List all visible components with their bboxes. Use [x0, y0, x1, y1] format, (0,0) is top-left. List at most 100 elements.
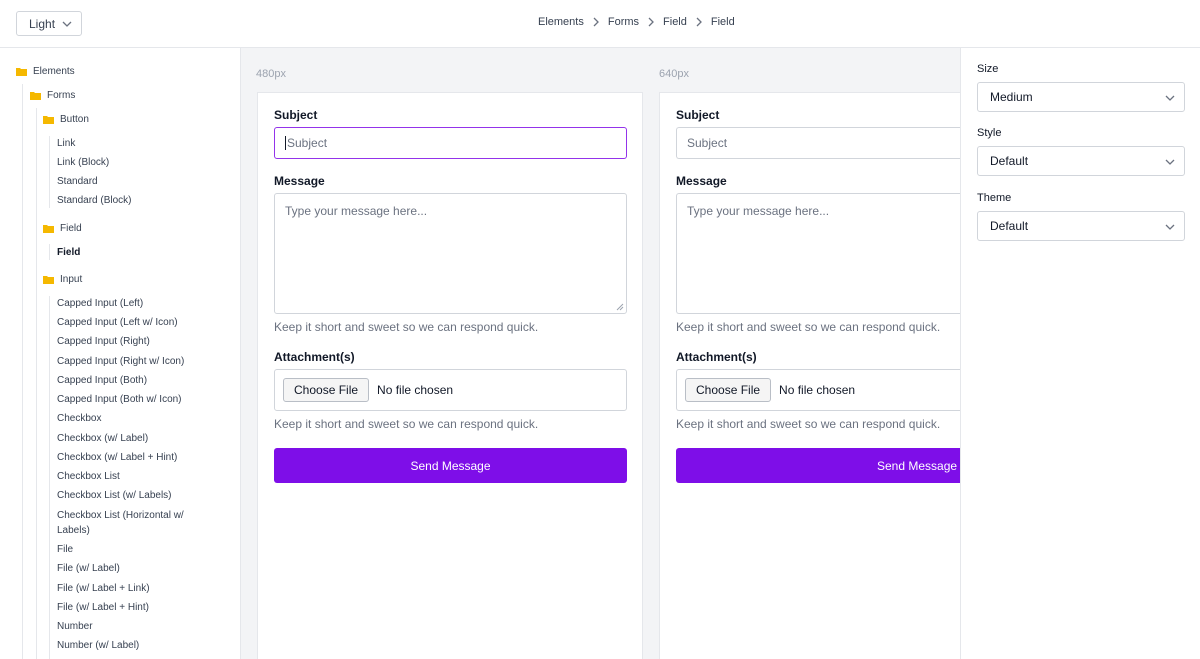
preview-canvas: 480px Subject Subject Message Type your …	[241, 48, 960, 659]
sidebar-tree: Elements Forms Button Link Link (Block) …	[0, 48, 241, 659]
tree-item[interactable]: Standard	[57, 176, 98, 187]
tree-item[interactable]: Number (w/ Label)	[57, 640, 139, 651]
breadcrumb-item-field[interactable]: Field	[663, 16, 687, 28]
top-bar: Light Elements Forms Field Field	[0, 0, 1200, 48]
tree-item[interactable]: File	[57, 544, 73, 555]
subject-placeholder: Subject	[287, 136, 328, 150]
tree-guide-line	[49, 136, 50, 208]
subject-label: Subject	[274, 108, 318, 122]
breadcrumb-item-field-current[interactable]: Field	[711, 16, 735, 28]
tree-folder-label: Field	[60, 223, 82, 234]
preview-size-label: 480px	[256, 68, 286, 80]
subject-input[interactable]: Subject	[274, 127, 627, 159]
tree-item[interactable]: Capped Input (Right)	[57, 336, 150, 347]
message-textarea[interactable]: Type your message here...	[676, 193, 960, 314]
tree-item[interactable]: Capped Input (Right w/ Icon)	[57, 356, 184, 367]
attachment-hint: Keep it short and sweet so we can respon…	[676, 417, 941, 431]
tree-item[interactable]: Checkbox List (w/ Labels)	[57, 490, 172, 501]
tree-item[interactable]: Link (Block)	[57, 157, 109, 168]
message-placeholder: Type your message here...	[285, 204, 428, 218]
style-select-value: Default	[990, 154, 1029, 168]
breadcrumb: Elements Forms Field Field	[538, 16, 735, 28]
tree-guide-line	[49, 296, 50, 659]
tree-item[interactable]: Capped Input (Both w/ Icon)	[57, 394, 182, 405]
chevron-right-icon	[642, 16, 660, 28]
folder-icon	[43, 276, 54, 284]
tree-folder-label: Elements	[33, 66, 75, 77]
folder-icon	[30, 92, 41, 100]
tree-item[interactable]: File (w/ Label)	[57, 563, 120, 574]
tree-guide-line	[49, 244, 50, 260]
file-input: Choose File No file chosen	[676, 369, 960, 411]
tree-folder-forms[interactable]: Forms	[30, 90, 75, 101]
send-message-button[interactable]: Send Message	[274, 448, 627, 483]
preview-panel-480: Subject Subject Message Type your messag…	[257, 92, 643, 659]
attachment-label: Attachment(s)	[274, 350, 355, 364]
tree-folder-field[interactable]: Field	[43, 223, 82, 234]
chevron-right-icon	[690, 16, 708, 28]
chevron-down-icon	[1165, 159, 1175, 165]
tree-item[interactable]: File (w/ Label + Hint)	[57, 602, 149, 613]
preview-panel-640: Subject Subject Message Type your messag…	[659, 92, 960, 659]
message-label: Message	[676, 174, 727, 188]
breadcrumb-item-elements[interactable]: Elements	[538, 16, 584, 28]
message-placeholder: Type your message here...	[687, 204, 830, 218]
tree-folder-input[interactable]: Input	[43, 274, 82, 285]
resize-grip-icon[interactable]	[616, 303, 624, 311]
preview-size-label: 640px	[659, 68, 689, 80]
folder-icon	[16, 68, 27, 76]
theme-select[interactable]: Light	[16, 11, 82, 36]
attachment-hint: Keep it short and sweet so we can respon…	[274, 417, 539, 431]
tree-item[interactable]: Capped Input (Left w/ Icon)	[57, 317, 178, 328]
send-message-button[interactable]: Send Message	[676, 448, 960, 483]
folder-icon	[43, 225, 54, 233]
text-caret	[285, 136, 286, 150]
tree-folder-label: Button	[60, 114, 89, 125]
tree-item-active[interactable]: Field	[57, 247, 80, 258]
size-select[interactable]: Medium	[977, 82, 1185, 112]
tree-item[interactable]: Link	[57, 138, 75, 149]
tree-folder-elements[interactable]: Elements	[16, 66, 75, 77]
tree-item[interactable]: Checkbox (w/ Label)	[57, 433, 148, 444]
tree-item[interactable]: Checkbox (w/ Label + Hint)	[57, 452, 177, 463]
subject-input[interactable]: Subject	[676, 127, 960, 159]
theme-select-value: Light	[29, 16, 56, 31]
chevron-down-icon	[1165, 224, 1175, 230]
tree-item-continued[interactable]: Labels)	[57, 525, 90, 536]
style-select[interactable]: Default	[977, 146, 1185, 176]
subject-placeholder: Subject	[687, 136, 728, 150]
chevron-right-icon	[587, 16, 605, 28]
subject-label: Subject	[676, 108, 720, 122]
message-hint: Keep it short and sweet so we can respon…	[676, 320, 941, 334]
size-control-label: Size	[977, 63, 999, 75]
tree-item[interactable]: Number	[57, 621, 93, 632]
tree-folder-button[interactable]: Button	[43, 114, 89, 125]
controls-panel: Size Medium Style Default Theme Default	[960, 48, 1200, 659]
message-hint: Keep it short and sweet so we can respon…	[274, 320, 539, 334]
choose-file-button[interactable]: Choose File	[685, 378, 772, 402]
tree-item[interactable]: Checkbox List (Horizontal w/	[57, 510, 184, 521]
message-textarea[interactable]: Type your message here...	[274, 193, 627, 314]
size-select-value: Medium	[990, 90, 1033, 104]
theme-control-select[interactable]: Default	[977, 211, 1185, 241]
theme-control-label: Theme	[977, 192, 1012, 204]
tree-item[interactable]: Standard (Block)	[57, 195, 131, 206]
file-status: No file chosen	[779, 383, 856, 397]
file-status: No file chosen	[377, 383, 454, 397]
tree-folder-label: Forms	[47, 90, 76, 101]
theme-control-value: Default	[990, 219, 1029, 233]
tree-item[interactable]: Checkbox	[57, 413, 101, 424]
attachment-label: Attachment(s)	[676, 350, 757, 364]
tree-item[interactable]: File (w/ Label + Link)	[57, 583, 150, 594]
tree-item[interactable]: Capped Input (Left)	[57, 298, 143, 309]
folder-icon	[43, 116, 54, 124]
message-label: Message	[274, 174, 325, 188]
choose-file-button[interactable]: Choose File	[283, 378, 370, 402]
chevron-down-icon	[62, 21, 72, 27]
tree-folder-label: Input	[60, 274, 83, 285]
tree-item[interactable]: Capped Input (Both)	[57, 375, 147, 386]
tree-guide-line	[22, 84, 23, 659]
tree-item[interactable]: Checkbox List	[57, 471, 120, 482]
breadcrumb-item-forms[interactable]: Forms	[608, 16, 639, 28]
tree-guide-line	[36, 108, 37, 659]
